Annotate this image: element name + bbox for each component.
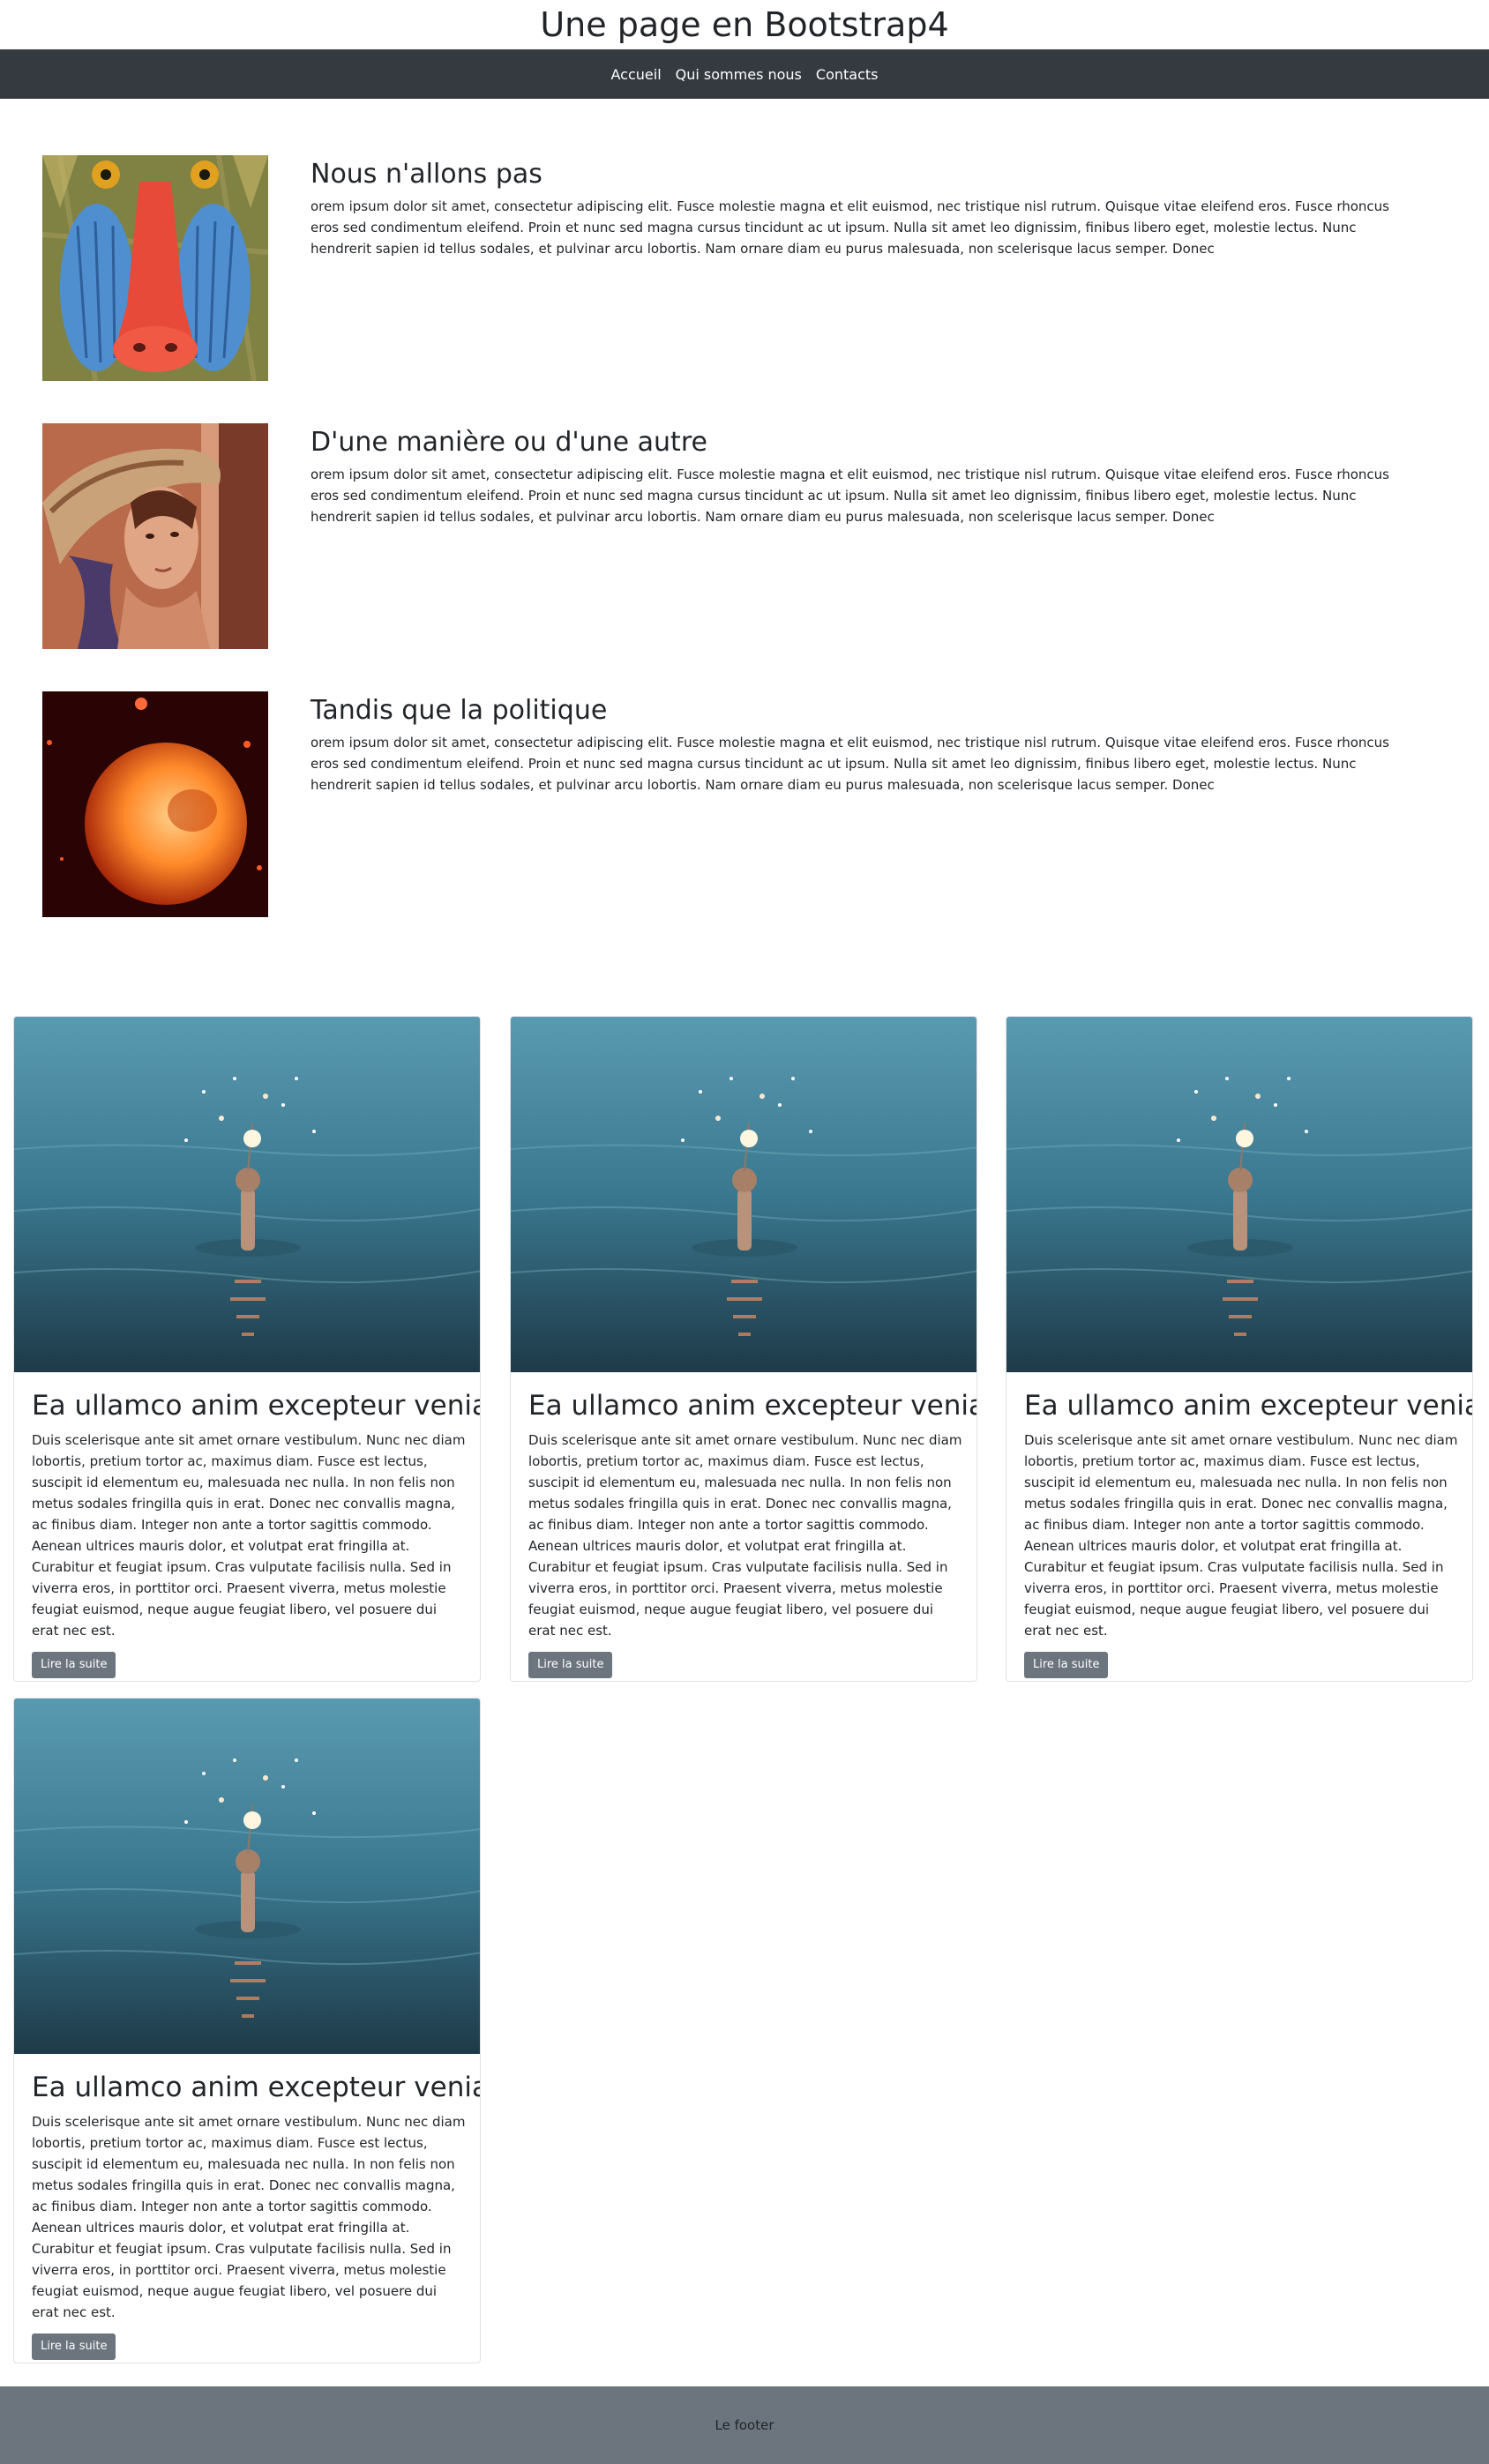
media-heading: D'une manière ou d'une autre [311, 427, 707, 458]
sparkler-image [1006, 1017, 1472, 1372]
sparkler-image [511, 1017, 976, 1372]
card-body: Ea ullamco anim excepteur veniam Duis sc… [528, 1387, 977, 1678]
read-more-button[interactable]: Lire la suite [1024, 1652, 1109, 1678]
read-more-button[interactable]: Lire la suite [32, 1652, 116, 1678]
media-body: Tandis que la politique orem ipsum dolor… [311, 693, 1413, 795]
card-title: Ea ullamco anim excepteur veniam [1024, 1390, 1473, 1422]
media-heading: Tandis que la politique [311, 695, 608, 726]
sparkler-image [14, 1699, 480, 2054]
card-text: Duis scelerisque ante sit amet ornare ve… [32, 2114, 466, 2320]
media-body: Nous n'allons pas orem ipsum dolor sit a… [311, 157, 1413, 259]
read-more-button[interactable]: Lire la suite [528, 1652, 613, 1678]
media-body: D'une manière ou d'une autre orem ipsum … [311, 425, 1413, 527]
media-text: orem ipsum dolor sit amet, consectetur a… [311, 467, 1389, 525]
card-title: Ea ullamco anim excepteur veniam [32, 1390, 481, 1422]
media-text: orem ipsum dolor sit amet, consectetur a… [311, 198, 1389, 257]
sparkler-image [14, 1017, 480, 1372]
navbar: Accueil Qui sommes nous Contacts [0, 49, 1489, 99]
planet-image [42, 691, 268, 917]
card-text: Duis scelerisque ante sit amet ornare ve… [528, 1432, 962, 1639]
card-title: Ea ullamco anim excepteur veniam [32, 2072, 481, 2103]
nav-link-accueil[interactable]: Accueil [611, 66, 662, 83]
footer-text: Le footer [715, 2417, 774, 2433]
nav-link-contacts[interactable]: Contacts [816, 66, 879, 83]
footer: Le footer [0, 2386, 1489, 2464]
card-body: Ea ullamco anim excepteur veniam Duis sc… [32, 2069, 481, 2360]
mandrill-image [42, 155, 268, 381]
card-body: Ea ullamco anim excepteur veniam Duis sc… [1024, 1387, 1473, 1678]
media-heading: Nous n'allons pas [311, 159, 542, 190]
card: Ea ullamco anim excepteur veniam Duis sc… [13, 1016, 481, 1682]
read-more-button[interactable]: Lire la suite [32, 2333, 116, 2360]
media-item: Nous n'allons pas orem ipsum dolor sit a… [42, 155, 1389, 381]
nav-link-qui-sommes-nous[interactable]: Qui sommes nous [676, 66, 802, 83]
media-item: D'une manière ou d'une autre orem ipsum … [42, 423, 1389, 649]
card-text: Duis scelerisque ante sit amet ornare ve… [32, 1432, 466, 1639]
portrait-image [42, 423, 268, 649]
page-title: Une page en Bootstrap4 [540, 5, 949, 44]
card: Ea ullamco anim excepteur veniam Duis sc… [13, 1698, 481, 2363]
card-body: Ea ullamco anim excepteur veniam Duis sc… [32, 1387, 481, 1678]
card: Ea ullamco anim excepteur veniam Duis sc… [1006, 1016, 1473, 1682]
media-item: Tandis que la politique orem ipsum dolor… [42, 691, 1389, 917]
media-text: orem ipsum dolor sit amet, consectetur a… [311, 735, 1389, 793]
card: Ea ullamco anim excepteur veniam Duis sc… [510, 1016, 977, 1682]
card-title: Ea ullamco anim excepteur veniam [528, 1390, 977, 1422]
card-text: Duis scelerisque ante sit amet ornare ve… [1024, 1432, 1458, 1639]
